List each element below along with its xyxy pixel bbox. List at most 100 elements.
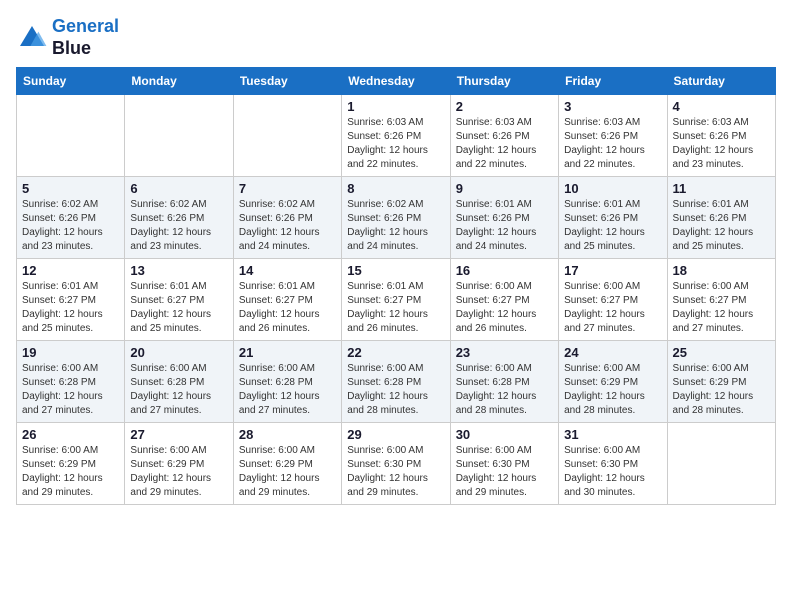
calendar-table: SundayMondayTuesdayWednesdayThursdayFrid… [16, 67, 776, 505]
calendar-cell: 3 Sunrise: 6:03 AM Sunset: 6:26 PM Daylig… [559, 95, 667, 177]
day-info: Sunrise: 6:02 AM Sunset: 6:26 PM Dayligh… [22, 198, 119, 254]
calendar-header-thursday: Thursday [450, 68, 558, 95]
day-number: 8 [347, 181, 444, 196]
day-number: 10 [564, 181, 661, 196]
day-number: 21 [239, 345, 336, 360]
day-number: 12 [22, 263, 119, 278]
day-number: 17 [564, 263, 661, 278]
day-number: 1 [347, 99, 444, 114]
day-info: Sunrise: 6:00 AM Sunset: 6:29 PM Dayligh… [130, 444, 227, 500]
page-header: General Blue [16, 16, 776, 59]
calendar-cell: 23 Sunrise: 6:00 AM Sunset: 6:28 PM Dayli… [450, 341, 558, 423]
day-info: Sunrise: 6:00 AM Sunset: 6:29 PM Dayligh… [673, 362, 770, 418]
day-info: Sunrise: 6:02 AM Sunset: 6:26 PM Dayligh… [130, 198, 227, 254]
day-info: Sunrise: 6:02 AM Sunset: 6:26 PM Dayligh… [239, 198, 336, 254]
calendar-cell: 19 Sunrise: 6:00 AM Sunset: 6:28 PM Dayli… [17, 341, 125, 423]
day-info: Sunrise: 6:03 AM Sunset: 6:26 PM Dayligh… [456, 116, 553, 172]
calendar-cell: 1 Sunrise: 6:03 AM Sunset: 6:26 PM Daylig… [342, 95, 450, 177]
calendar-cell: 18 Sunrise: 6:00 AM Sunset: 6:27 PM Dayli… [667, 259, 775, 341]
calendar-week-row: 5Sunrise: 6:02 AM Sunset: 6:26 PM Daylig… [17, 177, 776, 259]
day-number: 15 [347, 263, 444, 278]
day-number: 20 [130, 345, 227, 360]
day-info: Sunrise: 6:01 AM Sunset: 6:26 PM Dayligh… [673, 198, 770, 254]
day-info: Sunrise: 6:00 AM Sunset: 6:30 PM Dayligh… [564, 444, 661, 500]
calendar-cell: 11Sunrise: 6:01 AM Sunset: 6:26 PM Dayli… [667, 177, 775, 259]
day-number: 16 [456, 263, 553, 278]
day-info: Sunrise: 6:00 AM Sunset: 6:27 PM Dayligh… [564, 280, 661, 336]
day-number: 22 [347, 345, 444, 360]
calendar-header-friday: Friday [559, 68, 667, 95]
logo-icon [16, 22, 48, 54]
calendar-cell: 31Sunrise: 6:00 AM Sunset: 6:30 PM Dayli… [559, 423, 667, 505]
day-number: 28 [239, 427, 336, 442]
day-info: Sunrise: 6:00 AM Sunset: 6:29 PM Dayligh… [564, 362, 661, 418]
calendar-cell: 8 Sunrise: 6:02 AM Sunset: 6:26 PM Daylig… [342, 177, 450, 259]
calendar-cell: 13 Sunrise: 6:01 AM Sunset: 6:27 PM Dayli… [125, 259, 233, 341]
day-info: Sunrise: 6:00 AM Sunset: 6:28 PM Dayligh… [456, 362, 553, 418]
calendar-header-wednesday: Wednesday [342, 68, 450, 95]
calendar-cell: 28Sunrise: 6:00 AM Sunset: 6:29 PM Dayli… [233, 423, 341, 505]
calendar-cell: 2 Sunrise: 6:03 AM Sunset: 6:26 PM Daylig… [450, 95, 558, 177]
day-number: 4 [673, 99, 770, 114]
calendar-cell [667, 423, 775, 505]
calendar-cell: 15 Sunrise: 6:01 AM Sunset: 6:27 PM Dayli… [342, 259, 450, 341]
day-number: 27 [130, 427, 227, 442]
calendar-week-row: 12 Sunrise: 6:01 AM Sunset: 6:27 PM Dayli… [17, 259, 776, 341]
calendar-cell: 14Sunrise: 6:01 AM Sunset: 6:27 PM Dayli… [233, 259, 341, 341]
day-info: Sunrise: 6:00 AM Sunset: 6:27 PM Dayligh… [673, 280, 770, 336]
day-info: Sunrise: 6:00 AM Sunset: 6:28 PM Dayligh… [130, 362, 227, 418]
day-info: Sunrise: 6:00 AM Sunset: 6:28 PM Dayligh… [22, 362, 119, 418]
calendar-week-row: 26 Sunrise: 6:00 AM Sunset: 6:29 PM Dayli… [17, 423, 776, 505]
day-info: Sunrise: 6:01 AM Sunset: 6:27 PM Dayligh… [347, 280, 444, 336]
day-number: 14 [239, 263, 336, 278]
calendar-cell: 17 Sunrise: 6:00 AM Sunset: 6:27 PM Dayli… [559, 259, 667, 341]
calendar-cell: 27 Sunrise: 6:00 AM Sunset: 6:29 PM Dayli… [125, 423, 233, 505]
logo: General Blue [16, 16, 119, 59]
calendar-cell [233, 95, 341, 177]
calendar-header-row: SundayMondayTuesdayWednesdayThursdayFrid… [17, 68, 776, 95]
calendar-cell: 5Sunrise: 6:02 AM Sunset: 6:26 PM Daylig… [17, 177, 125, 259]
day-number: 19 [22, 345, 119, 360]
calendar-week-row: 19 Sunrise: 6:00 AM Sunset: 6:28 PM Dayli… [17, 341, 776, 423]
day-number: 25 [673, 345, 770, 360]
day-info: Sunrise: 6:00 AM Sunset: 6:27 PM Dayligh… [456, 280, 553, 336]
day-info: Sunrise: 6:03 AM Sunset: 6:26 PM Dayligh… [673, 116, 770, 172]
calendar-cell [125, 95, 233, 177]
calendar-week-row: 1 Sunrise: 6:03 AM Sunset: 6:26 PM Daylig… [17, 95, 776, 177]
calendar-cell: 25 Sunrise: 6:00 AM Sunset: 6:29 PM Dayli… [667, 341, 775, 423]
calendar-header-tuesday: Tuesday [233, 68, 341, 95]
calendar-cell: 9Sunrise: 6:01 AM Sunset: 6:26 PM Daylig… [450, 177, 558, 259]
day-number: 13 [130, 263, 227, 278]
calendar-cell: 24 Sunrise: 6:00 AM Sunset: 6:29 PM Dayli… [559, 341, 667, 423]
day-number: 24 [564, 345, 661, 360]
day-number: 3 [564, 99, 661, 114]
day-info: Sunrise: 6:01 AM Sunset: 6:27 PM Dayligh… [22, 280, 119, 336]
day-number: 6 [130, 181, 227, 196]
day-info: Sunrise: 6:00 AM Sunset: 6:30 PM Dayligh… [347, 444, 444, 500]
calendar-cell: 4 Sunrise: 6:03 AM Sunset: 6:26 PM Daylig… [667, 95, 775, 177]
day-info: Sunrise: 6:01 AM Sunset: 6:26 PM Dayligh… [564, 198, 661, 254]
day-number: 7 [239, 181, 336, 196]
calendar-cell: 12 Sunrise: 6:01 AM Sunset: 6:27 PM Dayli… [17, 259, 125, 341]
day-info: Sunrise: 6:03 AM Sunset: 6:26 PM Dayligh… [347, 116, 444, 172]
day-info: Sunrise: 6:00 AM Sunset: 6:29 PM Dayligh… [22, 444, 119, 500]
day-number: 18 [673, 263, 770, 278]
day-number: 2 [456, 99, 553, 114]
day-info: Sunrise: 6:00 AM Sunset: 6:28 PM Dayligh… [239, 362, 336, 418]
logo-text: General Blue [52, 16, 119, 59]
day-info: Sunrise: 6:03 AM Sunset: 6:26 PM Dayligh… [564, 116, 661, 172]
calendar-cell: 21 Sunrise: 6:00 AM Sunset: 6:28 PM Dayli… [233, 341, 341, 423]
day-info: Sunrise: 6:00 AM Sunset: 6:28 PM Dayligh… [347, 362, 444, 418]
day-number: 23 [456, 345, 553, 360]
day-info: Sunrise: 6:02 AM Sunset: 6:26 PM Dayligh… [347, 198, 444, 254]
calendar-cell: 30Sunrise: 6:00 AM Sunset: 6:30 PM Dayli… [450, 423, 558, 505]
day-number: 26 [22, 427, 119, 442]
calendar-cell: 22 Sunrise: 6:00 AM Sunset: 6:28 PM Dayli… [342, 341, 450, 423]
calendar-header-sunday: Sunday [17, 68, 125, 95]
calendar-cell: 20 Sunrise: 6:00 AM Sunset: 6:28 PM Dayli… [125, 341, 233, 423]
calendar-cell: 7 Sunrise: 6:02 AM Sunset: 6:26 PM Daylig… [233, 177, 341, 259]
calendar-cell: 16 Sunrise: 6:00 AM Sunset: 6:27 PM Dayli… [450, 259, 558, 341]
day-info: Sunrise: 6:01 AM Sunset: 6:27 PM Dayligh… [130, 280, 227, 336]
calendar-header-saturday: Saturday [667, 68, 775, 95]
calendar-header-monday: Monday [125, 68, 233, 95]
